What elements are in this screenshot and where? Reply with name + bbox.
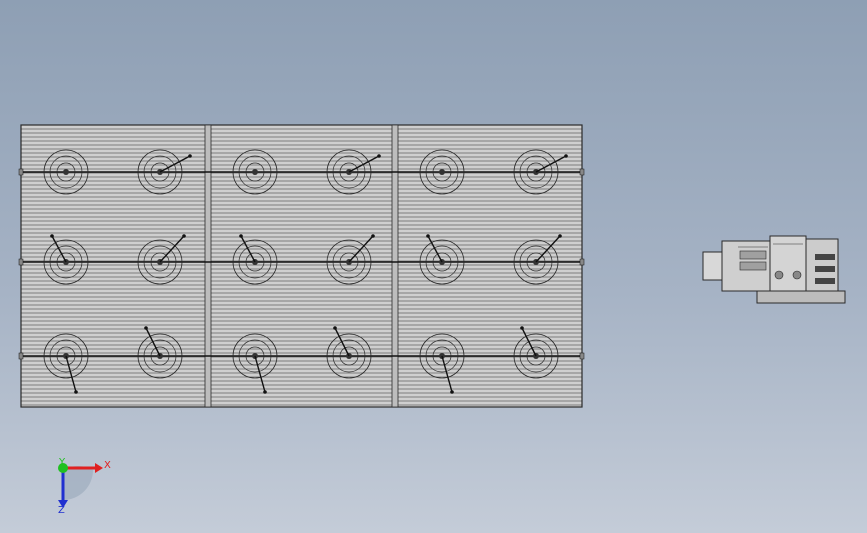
orientation-triad: X Y Z <box>58 457 111 516</box>
fixture-hub <box>63 169 69 175</box>
fixture-lever-tip <box>333 326 337 330</box>
panel-assembly-front-view[interactable] <box>18 124 585 408</box>
fixture-lever-tip <box>371 234 375 238</box>
fixture-lever-tip <box>520 326 524 330</box>
rail-clip <box>579 168 585 176</box>
fixture-lever-tip <box>74 390 78 394</box>
fixture-lever-tip <box>564 154 568 158</box>
rail-clip <box>579 352 585 360</box>
y-axis-label: Y <box>58 457 66 468</box>
fixture-lever-tip <box>239 234 243 238</box>
x-axis-arrowhead <box>95 463 103 473</box>
cad-graphics-viewport[interactable]: X Y Z <box>0 0 867 533</box>
vertical-divider <box>391 124 399 408</box>
side-bolt-2 <box>792 270 802 280</box>
model-view[interactable]: X Y Z <box>0 0 867 533</box>
fixture-lever-tip <box>377 154 381 158</box>
side-bracket <box>702 251 724 281</box>
rail-clip <box>18 168 24 176</box>
fixture-lever-tip <box>50 234 54 238</box>
fixture-lever-tip <box>182 234 186 238</box>
side-base-plate <box>756 290 846 304</box>
side-roller-2 <box>815 266 835 272</box>
fixture-lever-tip <box>558 234 562 238</box>
side-body-center <box>769 235 807 297</box>
rail-clip <box>579 258 585 266</box>
rail-clip <box>18 258 24 266</box>
vertical-divider <box>204 124 212 408</box>
rail-clip <box>18 352 24 360</box>
fixture-hub <box>252 169 258 175</box>
z-axis-label: Z <box>58 505 65 516</box>
triad-shading <box>63 465 93 500</box>
side-bolt-1 <box>774 270 784 280</box>
assembly-outline <box>20 124 583 408</box>
fixture-lever-tip <box>263 390 267 394</box>
fixture-lever-tip <box>144 326 148 330</box>
side-roller-1 <box>815 254 835 260</box>
side-view-assembly[interactable] <box>702 235 846 304</box>
side-roller-3 <box>815 278 835 284</box>
side-detail-b <box>739 261 767 271</box>
x-axis-label: X <box>104 460 111 471</box>
fixture-hub <box>439 169 445 175</box>
side-detail-a <box>739 250 767 260</box>
fixture-lever-tip <box>426 234 430 238</box>
fixture-lever-tip <box>188 154 192 158</box>
fixture-lever-tip <box>450 390 454 394</box>
